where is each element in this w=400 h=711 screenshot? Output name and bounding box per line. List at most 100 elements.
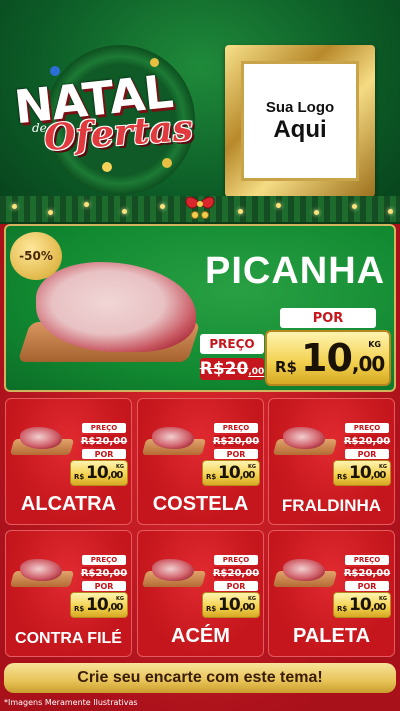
- price-main: 10: [349, 595, 372, 615]
- new-price: R$ 10,00 KG: [70, 592, 128, 618]
- ornament-icon: [102, 162, 112, 172]
- old-price: R$20,00: [80, 567, 128, 579]
- product-name: CONTRA FILÉ: [15, 630, 122, 647]
- light-icon: [122, 209, 127, 214]
- price-main: 10: [218, 463, 241, 483]
- new-price-label: POR: [345, 581, 389, 591]
- new-price: R$ 10,00 KG: [70, 460, 128, 486]
- old-price-label: PREÇO: [345, 423, 389, 433]
- meat-icon: [283, 559, 325, 581]
- logo-frame: Sua Logo Aqui: [225, 45, 375, 197]
- new-price-label: POR: [214, 581, 258, 591]
- featured-new-price: R$ 10,00 KG: [265, 330, 391, 386]
- product-name: ALCATRA: [20, 493, 117, 515]
- light-icon: [238, 209, 243, 214]
- unit-label: KG: [379, 464, 387, 470]
- product-name: PALETA: [292, 625, 371, 647]
- product-image: [141, 559, 207, 589]
- cta-button[interactable]: Crie seu encarte com este tema!: [4, 663, 396, 693]
- product-image: [141, 427, 207, 457]
- price-main: 10: [218, 595, 241, 615]
- new-price: R$ 10,00 KG: [202, 460, 260, 486]
- light-icon: [314, 210, 319, 215]
- product-card: PREÇO R$20,00 POR R$ 10,00 KG ACÉM: [137, 530, 264, 657]
- unit-label: KG: [379, 596, 387, 602]
- footnote: *Imagens Meramente Ilustrativas: [4, 698, 138, 707]
- light-icon: [84, 202, 89, 207]
- price-cents: ,00: [239, 602, 256, 613]
- old-price-label: PREÇO: [345, 555, 389, 565]
- logo-placeholder-line2: Aqui: [273, 115, 327, 143]
- product-image: [9, 559, 75, 589]
- price-main: 10: [86, 595, 109, 615]
- product-card: PREÇO R$20,00 POR R$ 10,00 KG CONTRA FILÉ: [5, 530, 132, 657]
- product-card: PREÇO R$20,00 POR R$ 10,00 KG ALCATRA: [5, 398, 132, 525]
- unit-label: KG: [116, 464, 124, 470]
- product-card: PREÇO R$20,00 POR R$ 10,00 KG COSTELA: [137, 398, 264, 525]
- price-main: 10: [349, 463, 372, 483]
- light-icon: [388, 209, 393, 214]
- featured-new-price-label: POR: [280, 308, 376, 328]
- old-price-cents: ,00: [248, 367, 265, 377]
- currency-symbol: R$: [74, 473, 85, 481]
- light-icon: [352, 204, 357, 209]
- light-icon: [48, 210, 53, 215]
- ornament-icon: [50, 66, 60, 76]
- price-main: 10: [86, 463, 109, 483]
- old-price-label: PREÇO: [82, 555, 126, 565]
- featured-old-price-value: R$20,00: [200, 359, 265, 379]
- unit-label: KG: [116, 596, 124, 602]
- logo-placeholder-line1: Sua Logo: [265, 98, 335, 116]
- old-price-main: R$20: [199, 359, 249, 379]
- light-icon: [160, 204, 165, 209]
- meat-icon: [20, 559, 62, 581]
- product-image: [9, 427, 75, 457]
- bow-icon: [185, 196, 215, 219]
- currency-symbol: R$: [206, 605, 217, 613]
- unit-label: KG: [248, 596, 256, 602]
- featured-old-price-label: PREÇO: [200, 334, 264, 354]
- new-price-label: POR: [82, 581, 126, 591]
- new-price-label: POR: [345, 449, 389, 459]
- new-price-label: POR: [82, 449, 126, 459]
- new-price: R$ 10,00 KG: [202, 592, 260, 618]
- discount-badge: -50%: [10, 232, 62, 280]
- light-icon: [12, 204, 17, 209]
- product-name: COSTELA: [152, 493, 249, 515]
- old-price: R$20,00: [212, 567, 260, 579]
- price-cents: ,00: [107, 470, 124, 481]
- unit-label: KG: [368, 340, 381, 349]
- product-name: ACÉM: [171, 625, 230, 647]
- price-cents: ,00: [370, 602, 387, 613]
- featured-old-price: R$20,00: [200, 358, 264, 380]
- old-price: R$20,00: [80, 435, 128, 447]
- currency-symbol: R$: [275, 358, 297, 376]
- product-image: [272, 427, 338, 457]
- currency-symbol: R$: [337, 473, 348, 481]
- meat-icon: [20, 427, 62, 449]
- featured-product-name: PICANHA: [205, 250, 386, 292]
- product-card: PREÇO R$20,00 POR R$ 10,00 KG PALETA: [268, 530, 395, 657]
- price-cents: ,00: [351, 352, 385, 376]
- price-cents: ,00: [239, 470, 256, 481]
- price-cents: ,00: [370, 470, 387, 481]
- new-price: R$ 10,00 KG: [333, 592, 391, 618]
- logo-placeholder: Sua Logo Aqui: [241, 61, 359, 181]
- currency-symbol: R$: [206, 473, 217, 481]
- meat-icon: [283, 427, 325, 449]
- price-cents: ,00: [107, 602, 124, 613]
- new-price: R$ 10,00 KG: [333, 460, 391, 486]
- product-name: FRALDINHA: [281, 496, 382, 515]
- currency-symbol: R$: [74, 605, 85, 613]
- old-price: R$20,00: [212, 435, 260, 447]
- ornament-icon: [162, 158, 172, 168]
- price-main: 10: [301, 336, 353, 380]
- light-icon: [276, 203, 281, 208]
- old-price-label: PREÇO: [82, 423, 126, 433]
- unit-label: KG: [248, 464, 256, 470]
- old-price: R$20,00: [343, 567, 391, 579]
- old-price-label: PREÇO: [214, 423, 258, 433]
- meat-icon: [152, 427, 194, 449]
- meat-icon: [152, 559, 194, 581]
- product-image: [272, 559, 338, 589]
